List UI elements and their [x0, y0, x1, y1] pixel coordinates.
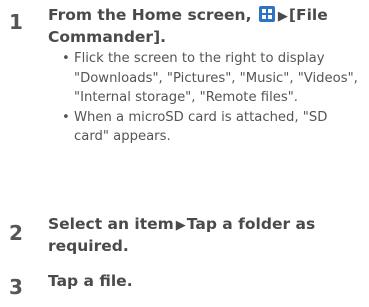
- step-instruction: Select an item ▶Tap a folder as required.: [48, 214, 361, 256]
- apps-grid-icon: [258, 6, 275, 22]
- note-item: When a microSD card is attached, "SD car…: [62, 108, 363, 147]
- step-instruction: From the Home screen, ▶[File Commander].: [48, 5, 361, 47]
- step-number: 2: [9, 221, 23, 245]
- step-text-before: From the Home screen,: [48, 6, 252, 24]
- arrow-glyph: ▶: [277, 9, 288, 24]
- note-item: Flick the screen to the right to display…: [62, 49, 363, 108]
- step-instruction: Tap a file.: [48, 272, 133, 290]
- step-text-before: Select an item: [48, 215, 174, 233]
- step-number: 3: [9, 275, 23, 299]
- step-notes: Flick the screen to the right to display…: [62, 49, 363, 147]
- arrow-glyph: ▶: [175, 218, 186, 233]
- step-number: 1: [9, 10, 23, 34]
